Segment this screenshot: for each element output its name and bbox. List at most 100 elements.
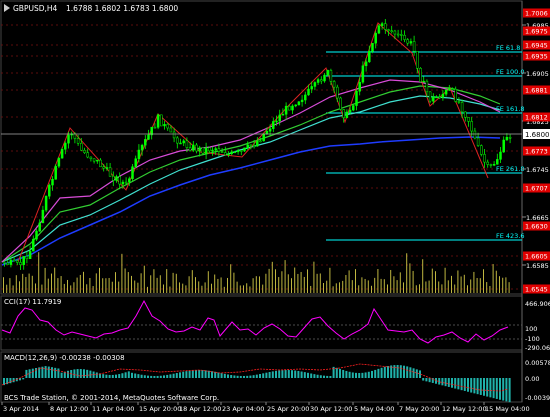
macd-bar	[239, 375, 242, 378]
macd-bar	[179, 372, 181, 378]
volume-bar	[15, 275, 17, 293]
macd-bar	[444, 378, 447, 387]
volume-bar	[403, 282, 404, 293]
macd-bar	[67, 370, 69, 378]
volume-bar	[451, 275, 452, 293]
volume-bar	[223, 286, 225, 293]
macd-bar	[380, 367, 383, 378]
candle-body	[73, 133, 77, 139]
volume-bar	[438, 281, 440, 293]
macd-bar	[265, 372, 268, 378]
volume-bar	[127, 272, 129, 293]
macd-bar	[422, 378, 425, 381]
candlesticks[interactable]	[3, 18, 512, 270]
macd-bar	[307, 372, 309, 378]
macd-bar	[268, 372, 271, 378]
fibonacci-expansion[interactable]: FE 61.8 FE 100.0 FE 161.8 FE 261.8 FE 423.6	[326, 44, 525, 241]
candle-body	[432, 96, 435, 102]
cci-axis-label: -290.064	[525, 344, 550, 352]
macd-bar	[457, 378, 460, 390]
volume-bar	[473, 271, 475, 293]
volume-bar	[329, 267, 331, 293]
candle-body	[6, 262, 9, 265]
volume-bar	[377, 268, 379, 293]
macd-bar	[54, 367, 57, 378]
volume-bar	[435, 271, 436, 293]
candle-body	[128, 178, 131, 183]
macd-bar	[31, 368, 34, 378]
macd-bar	[131, 372, 133, 378]
volume-bar	[60, 276, 62, 293]
price-tick-label: 1.6585	[526, 262, 549, 270]
macd-bar	[22, 378, 25, 380]
volume-bar	[51, 273, 52, 293]
candle-body	[182, 140, 185, 144]
moving-average-teal	[1, 95, 501, 263]
candle-body	[137, 149, 141, 159]
macd-bar	[396, 365, 399, 378]
chart-canvas[interactable]: FE 61.8FE 100.0FE 161.8FE 261.8FE 423.6 …	[0, 0, 550, 413]
candle-body	[108, 167, 112, 177]
volume-bar	[12, 285, 14, 293]
candle-body	[281, 113, 285, 116]
macd-bar	[287, 370, 290, 378]
candle-body	[86, 152, 89, 158]
candle-body	[198, 147, 201, 152]
volume-bar	[6, 284, 8, 293]
candle-body	[496, 159, 499, 165]
volume-bar	[95, 273, 97, 293]
candle-body	[291, 105, 294, 111]
volume-bar	[89, 277, 91, 293]
macd-bar	[303, 372, 306, 378]
candle-body	[28, 250, 32, 260]
macd-bar	[284, 370, 287, 378]
macd-axis-label: -0.00391	[525, 394, 550, 402]
volume-bar	[351, 280, 353, 293]
candle-body	[438, 96, 441, 99]
candle-body	[396, 33, 400, 36]
volume-bar	[121, 253, 123, 293]
current-price-marker: 1.6800	[523, 129, 550, 139]
volume-bar	[124, 268, 126, 293]
macd-bar	[355, 372, 357, 378]
candle-body	[371, 42, 374, 52]
candle-body	[185, 140, 189, 148]
volume-bar	[31, 275, 33, 293]
candle-body	[505, 137, 509, 141]
macd-bar	[262, 373, 265, 378]
candle-body	[51, 179, 54, 186]
candle-body	[252, 145, 256, 148]
candle-body	[80, 142, 83, 151]
macd-bar	[358, 372, 361, 378]
macd-bar	[121, 373, 124, 378]
volume-bar	[419, 284, 420, 293]
volume-bar	[393, 276, 395, 293]
candle-body	[355, 90, 358, 106]
mt4-chart-window[interactable]: FE 61.8 FE 100.0 FE 161.8 FE 261.8 FE 423.6 …	[0, 0, 550, 413]
candle-body	[204, 147, 208, 154]
macd-bar	[115, 374, 117, 378]
volume-bar	[35, 283, 36, 293]
volume-bar	[479, 278, 481, 293]
ohlc-values: 1.6788 1.6802 1.6783 1.6800	[66, 4, 178, 13]
candle-body	[224, 152, 227, 156]
macd-bar	[191, 370, 194, 378]
volume-bar	[463, 274, 465, 293]
macd-bar	[374, 369, 377, 378]
macd-bar	[249, 375, 252, 378]
candle-body	[243, 147, 246, 152]
volume-bar	[115, 272, 116, 293]
candle-body	[25, 256, 29, 260]
macd-bar	[412, 368, 415, 378]
candle-body	[32, 238, 35, 252]
volume-bar	[348, 270, 350, 293]
candle-body	[348, 109, 352, 113]
macd-bar	[76, 369, 79, 378]
volume-bar	[137, 282, 139, 293]
macd-bar	[271, 371, 274, 378]
moving-average-magenta	[1, 79, 501, 263]
macd-bar	[508, 378, 511, 403]
volume-bar	[425, 281, 427, 293]
cci-axis-label: 466.9064	[525, 300, 550, 308]
volume-bar	[505, 277, 507, 293]
